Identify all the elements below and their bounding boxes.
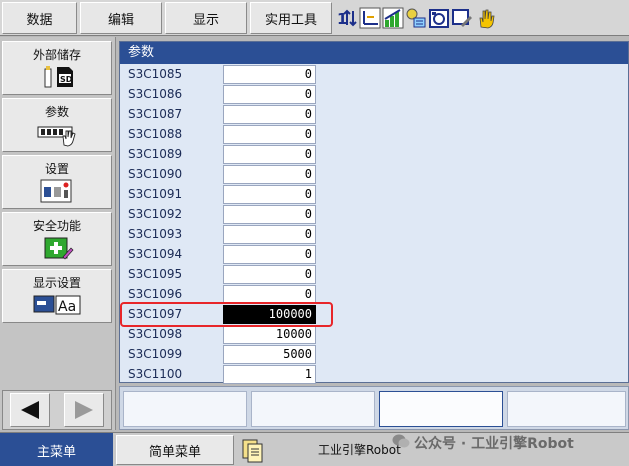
parameter-row[interactable]: S3C1091 0	[120, 184, 628, 204]
parameter-row[interactable]: S3C1092 0	[120, 204, 628, 224]
parameter-name: S3C1085	[128, 67, 183, 81]
parameter-list: S3C1085 0 S3C1086 0 S3C1087 0 S3C1088 0 S3C1089 0…	[120, 64, 628, 384]
status-text: 工业引擎Robot	[318, 443, 401, 457]
parameter-value-field[interactable]: 10000	[223, 325, 316, 344]
left-side-panel: 外部储存 SD 参数 设置 安全功能 显示设置 Aa	[0, 37, 116, 430]
parameter-value-field[interactable]: 0	[223, 65, 316, 84]
edit-screen-icon[interactable]	[451, 6, 473, 30]
parameter-name: S3C1090	[128, 167, 183, 181]
parameter-row[interactable]: S3C1085 0	[120, 64, 628, 84]
parameter-row[interactable]: S3C1094 0	[120, 244, 628, 264]
parameter-value-field[interactable]: 0	[223, 145, 316, 164]
parameter-row[interactable]: S3C1093 0	[120, 224, 628, 244]
menu-utility[interactable]: 实用工具	[250, 2, 332, 34]
parameter-row[interactable]: S3C1098 10000	[120, 324, 628, 344]
sidebar-item-safety-function[interactable]: 安全功能	[2, 212, 112, 266]
parameter-name: S3C1089	[128, 147, 183, 161]
parameter-row[interactable]: S3C1099 5000	[120, 344, 628, 364]
parameter-value-field[interactable]: 0	[223, 265, 316, 284]
menu-data[interactable]: 数据	[2, 2, 77, 34]
main-menu-button[interactable]: 主菜单	[0, 433, 113, 466]
robot-pendant-screen: 数据 编辑 显示 实用工具 1 外部储存 SD 参数 设置 安全功能 显示设置 …	[0, 0, 629, 466]
parameter-value-field[interactable]: 0	[223, 225, 316, 244]
function-button-1[interactable]	[123, 391, 247, 427]
menu-edit[interactable]: 编辑	[80, 2, 162, 34]
parameter-row[interactable]: S3C1100 1	[120, 364, 628, 384]
prev-page-button[interactable]	[10, 393, 50, 427]
menu-display[interactable]: 显示	[165, 2, 247, 34]
parameter-name: S3C1096	[128, 287, 183, 301]
svg-text:Aa: Aa	[58, 299, 76, 315]
settings-panel-icon	[35, 179, 79, 203]
parameter-name: S3C1086	[128, 87, 183, 101]
function-button-4[interactable]	[507, 391, 626, 427]
watermark: 公众号 · 工业引擎Robot	[392, 433, 574, 453]
sidebar-item-label: 外部储存	[32, 48, 81, 62]
parameter-name: S3C1092	[128, 207, 183, 221]
sd-card-icon: SD	[35, 65, 79, 89]
document-icon[interactable]	[238, 437, 268, 465]
parameter-value-field[interactable]: 0	[223, 205, 316, 224]
top-menu-bar: 数据 编辑 显示 实用工具 1	[0, 0, 629, 36]
display-font-icon: Aa	[30, 293, 84, 317]
parameter-name: S3C1094	[128, 247, 183, 261]
function-button-3[interactable]	[379, 391, 503, 427]
parameter-name: S3C1093	[128, 227, 183, 241]
parameter-name: S3C1099	[128, 347, 183, 361]
sidebar-item-settings[interactable]: 设置	[2, 155, 112, 209]
sidebar-item-label: 设置	[44, 162, 69, 176]
bottom-bar: 主菜单 简单菜单 工业引擎Robot 公众号 · 工业引擎Robot	[0, 432, 629, 466]
wechat-icon	[392, 433, 410, 453]
parameter-value-field[interactable]: 0	[223, 105, 316, 124]
parameter-row[interactable]: S3C1087 0	[120, 104, 628, 124]
parameter-value-field[interactable]: 0	[223, 185, 316, 204]
parameter-value-field[interactable]: 5000	[223, 345, 316, 364]
simple-menu-button[interactable]: 简单菜单	[116, 435, 234, 465]
camera-icon[interactable]	[428, 6, 450, 30]
sidebar-item-label: 安全功能	[32, 219, 81, 233]
highlight-annotation	[120, 302, 333, 327]
parameter-name: S3C1095	[128, 267, 183, 281]
sidebar-item-label: 参数	[44, 105, 69, 119]
axis-switch-icon[interactable]: 1	[336, 6, 358, 30]
parameter-name: S3C1087	[128, 107, 183, 121]
parameter-row[interactable]: S3C1086 0	[120, 84, 628, 104]
parameter-row[interactable]: S3C1088 0	[120, 124, 628, 144]
watermark-text: 公众号 · 工业引擎Robot	[414, 436, 574, 452]
parameter-row[interactable]: S3C1090 0	[120, 164, 628, 184]
parameter-value-field[interactable]: 0	[223, 125, 316, 144]
parameter-row[interactable]: S3C1089 0	[120, 144, 628, 164]
parameter-name: S3C1100	[128, 367, 183, 381]
parameter-row[interactable]: S3C1096 0	[120, 284, 628, 304]
parameter-value-field[interactable]: 0	[223, 85, 316, 104]
parameter-value-field[interactable]: 0	[223, 165, 316, 184]
function-button-strip	[119, 386, 629, 430]
parameter-row[interactable]: S3C1095 0	[120, 264, 628, 284]
parameter-value-field[interactable]: 1	[223, 365, 316, 384]
sidebar-item-display-settings[interactable]: 显示设置 Aa	[2, 269, 112, 323]
parameter-name: S3C1088	[128, 127, 183, 141]
coord-frame-icon[interactable]	[359, 6, 381, 30]
svg-text:SD: SD	[60, 75, 73, 84]
function-button-2[interactable]	[251, 391, 375, 427]
hand-icon[interactable]	[474, 6, 496, 30]
parameter-panel: 参数 S3C1085 0 S3C1086 0 S3C1087 0 S3C1088 0 S3C10…	[119, 41, 629, 384]
parameter-name: S3C1091	[128, 187, 183, 201]
parameter-name: S3C1098	[128, 327, 183, 341]
next-page-button[interactable]	[64, 393, 104, 427]
parameter-hand-icon	[33, 122, 81, 147]
status-toolbar: 1	[336, 2, 496, 34]
sidebar-item-parameter[interactable]: 参数	[2, 98, 112, 152]
sidebar-page-nav	[2, 390, 112, 430]
speed-bars-icon[interactable]	[382, 6, 404, 30]
safety-cross-icon	[35, 236, 79, 260]
parameter-value-field[interactable]: 0	[223, 245, 316, 264]
panel-title: 参数	[120, 42, 628, 64]
sidebar-item-external-storage[interactable]: 外部储存 SD	[2, 41, 112, 95]
teach-tool-icon[interactable]	[405, 6, 427, 30]
sidebar-item-label: 显示设置	[32, 276, 81, 290]
